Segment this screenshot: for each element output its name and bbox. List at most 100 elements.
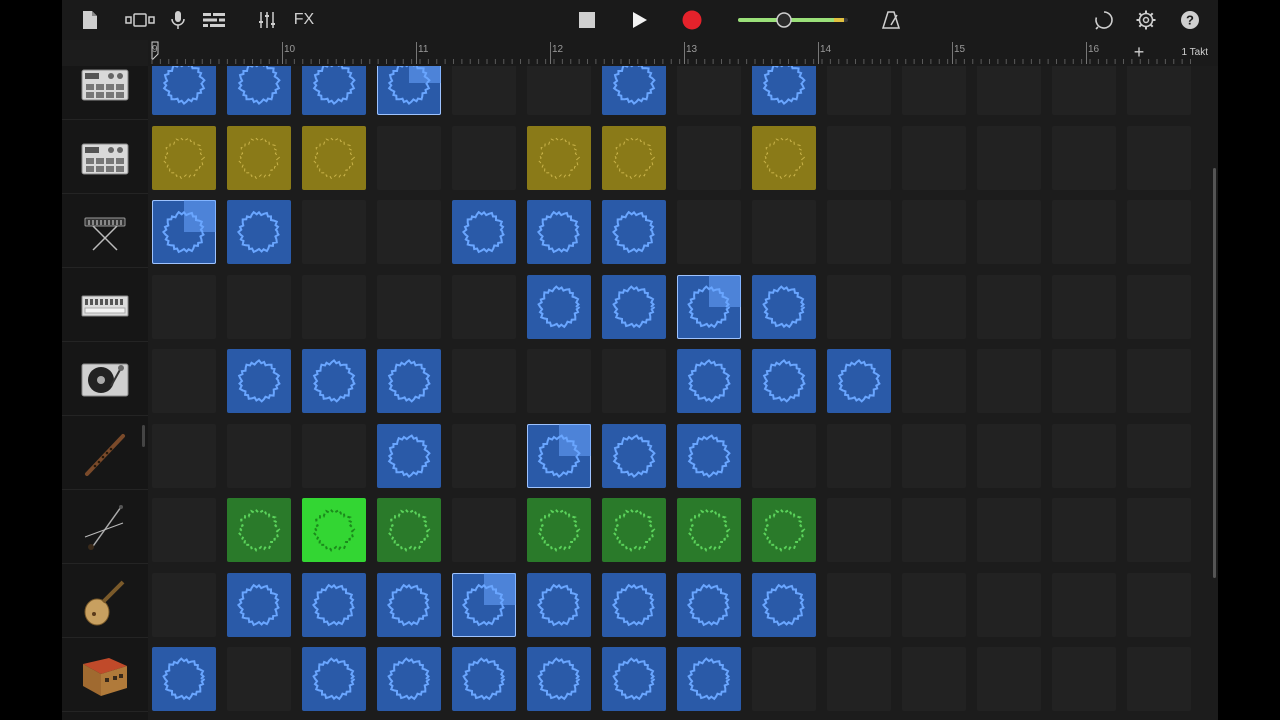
empty-cell[interactable] (1127, 647, 1191, 711)
metronome-button[interactable] (880, 4, 902, 36)
empty-cell[interactable] (1052, 647, 1116, 711)
empty-cell[interactable] (1052, 200, 1116, 264)
loop-cell[interactable] (377, 349, 441, 413)
loop-cell[interactable] (452, 647, 516, 711)
view-toggle-icon[interactable] (124, 4, 156, 36)
loop-cell[interactable] (677, 274, 741, 339)
empty-cell[interactable] (1052, 66, 1116, 115)
loop-cell[interactable] (377, 498, 441, 562)
track-resize-handle[interactable] (142, 425, 145, 447)
loop-cell[interactable] (677, 498, 741, 562)
empty-cell[interactable] (152, 274, 216, 339)
loop-cell[interactable] (602, 423, 666, 488)
empty-cell[interactable] (602, 349, 666, 413)
empty-cell[interactable] (452, 66, 516, 115)
empty-cell[interactable] (902, 125, 966, 190)
empty-cell[interactable] (902, 274, 966, 339)
loop-cell[interactable] (602, 200, 666, 264)
loop-cell[interactable] (527, 647, 591, 711)
loop-cell[interactable] (377, 66, 441, 115)
empty-cell[interactable] (377, 274, 441, 339)
empty-cell[interactable] (827, 423, 891, 488)
empty-cell[interactable] (902, 647, 966, 711)
track-synth[interactable] (62, 270, 148, 342)
empty-cell[interactable] (752, 423, 816, 488)
empty-cell[interactable] (977, 200, 1041, 264)
help-button[interactable]: ? (1178, 4, 1202, 36)
track-guzheng[interactable] (62, 640, 148, 712)
track-keyboard[interactable] (62, 196, 148, 268)
loop-cell[interactable] (677, 572, 741, 637)
grid-zoom-label[interactable]: 1 Takt (1182, 47, 1209, 58)
empty-cell[interactable] (1052, 498, 1116, 562)
loop-cell[interactable] (227, 349, 291, 413)
mixer-icon[interactable] (256, 4, 278, 36)
empty-cell[interactable] (977, 66, 1041, 115)
loop-cell[interactable] (677, 647, 741, 711)
loop-cell[interactable] (827, 349, 891, 413)
empty-cell[interactable] (452, 498, 516, 562)
empty-cell[interactable] (1052, 349, 1116, 413)
empty-cell[interactable] (677, 125, 741, 190)
empty-cell[interactable] (302, 200, 366, 264)
empty-cell[interactable] (227, 423, 291, 488)
empty-cell[interactable] (1052, 423, 1116, 488)
loop-cell[interactable] (452, 200, 516, 264)
empty-cell[interactable] (152, 423, 216, 488)
loop-cell[interactable] (602, 66, 666, 115)
tracks-icon[interactable] (202, 4, 226, 36)
empty-cell[interactable] (1127, 125, 1191, 190)
loop-browser-button[interactable] (1092, 4, 1116, 36)
empty-cell[interactable] (827, 125, 891, 190)
empty-cell[interactable] (827, 274, 891, 339)
empty-cell[interactable] (1052, 274, 1116, 339)
empty-cell[interactable] (752, 200, 816, 264)
loop-cell[interactable] (302, 66, 366, 115)
loop-cell[interactable] (602, 274, 666, 339)
track-flute[interactable] (62, 418, 148, 490)
add-section-button[interactable]: + (1130, 43, 1148, 62)
vertical-scrollbar[interactable] (1213, 168, 1216, 578)
empty-cell[interactable] (827, 647, 891, 711)
empty-cell[interactable] (827, 200, 891, 264)
empty-cell[interactable] (902, 66, 966, 115)
track-turntable[interactable] (62, 344, 148, 416)
empty-cell[interactable] (452, 423, 516, 488)
loop-cell[interactable] (602, 498, 666, 562)
loop-cell[interactable] (227, 125, 291, 190)
microphone-icon[interactable] (168, 4, 188, 36)
empty-cell[interactable] (152, 498, 216, 562)
loop-cell[interactable] (227, 498, 291, 562)
empty-cell[interactable] (977, 647, 1041, 711)
loop-cell[interactable] (302, 125, 366, 190)
empty-cell[interactable] (527, 349, 591, 413)
empty-cell[interactable] (902, 498, 966, 562)
empty-cell[interactable] (677, 66, 741, 115)
bar-ruler[interactable]: 9 10 11 12 13 14 15 16 + 1 Takt (148, 40, 1218, 66)
empty-cell[interactable] (1127, 274, 1191, 339)
loop-cell[interactable] (227, 572, 291, 637)
loop-cell[interactable] (452, 572, 516, 637)
loop-cell[interactable] (752, 498, 816, 562)
empty-cell[interactable] (527, 66, 591, 115)
loop-cell[interactable] (302, 349, 366, 413)
document-icon[interactable] (80, 4, 100, 36)
empty-cell[interactable] (827, 572, 891, 637)
empty-cell[interactable] (752, 647, 816, 711)
track-drum-machine-2[interactable] (62, 122, 148, 194)
loop-cell[interactable] (527, 572, 591, 637)
loop-cell[interactable] (227, 200, 291, 264)
loop-cell[interactable] (527, 423, 591, 488)
empty-cell[interactable] (977, 125, 1041, 190)
loop-cell[interactable] (527, 125, 591, 190)
empty-cell[interactable] (977, 349, 1041, 413)
empty-cell[interactable] (977, 423, 1041, 488)
loop-cell[interactable] (377, 647, 441, 711)
empty-cell[interactable] (227, 647, 291, 711)
empty-cell[interactable] (827, 498, 891, 562)
loop-grid[interactable] (148, 66, 1218, 720)
empty-cell[interactable] (977, 572, 1041, 637)
empty-cell[interactable] (302, 423, 366, 488)
loop-cell[interactable] (752, 66, 816, 115)
empty-cell[interactable] (902, 423, 966, 488)
